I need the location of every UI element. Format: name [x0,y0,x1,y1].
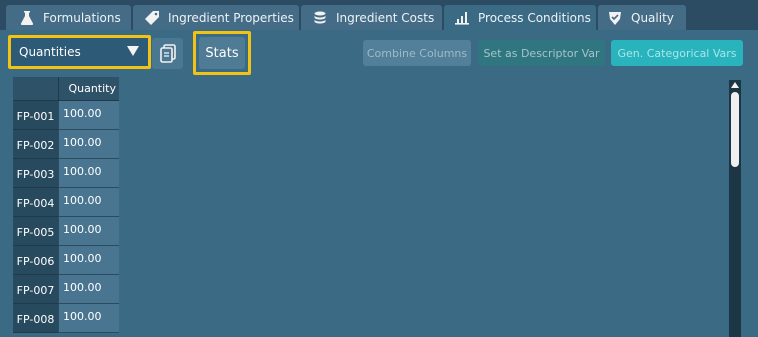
quantity-cell[interactable]: 100.00 [58,130,119,159]
scroll-up-arrow-icon[interactable] [729,80,741,90]
stats-button[interactable]: Stats [199,37,245,69]
gen-categorical-vars-button[interactable]: Gen. Categorical Vars [611,40,743,66]
row-header[interactable]: FP-005 [13,217,58,246]
combine-columns-button[interactable]: Combine Columns [363,40,471,66]
quantity-cell[interactable]: 100.00 [58,159,119,188]
tab-label: Process Conditions [478,10,591,25]
quantity-cell[interactable]: 100.00 [58,246,119,275]
quantity-cell[interactable]: 100.00 [58,101,119,130]
tab-ingredient-costs[interactable]: Ingredient Costs [301,5,442,30]
copy-icon [159,43,176,63]
tab-label: Ingredient Properties [168,10,294,25]
bar-chart-icon [453,9,471,27]
tab-quality[interactable]: Quality [598,5,686,30]
quantity-cell[interactable]: 100.00 [58,275,119,304]
tab-label: Formulations [43,10,121,25]
row-header[interactable]: FP-004 [13,188,58,217]
row-header[interactable]: FP-007 [13,275,58,304]
row-header[interactable]: FP-001 [13,101,58,130]
copy-button[interactable] [152,38,183,69]
row-header[interactable]: FP-008 [13,304,58,333]
chevron-down-icon [127,46,139,56]
quantity-cell[interactable]: 100.00 [58,304,119,333]
scrollbar-thumb[interactable] [731,92,739,167]
tab-formulations[interactable]: Formulations [6,5,131,30]
tab-label: Ingredient Costs [336,10,435,25]
dataset-select[interactable]: Quantities [8,35,151,69]
certificate-icon [606,9,624,27]
grid-corner [13,77,58,101]
set-descriptor-var-button[interactable]: Set as Descriptor Var [478,40,605,66]
tab-bar: Formulations Ingredient Properties Ingre… [0,0,758,30]
quantity-cell[interactable]: 100.00 [58,217,119,246]
dataset-select-value: Quantities [19,45,81,59]
tab-process-conditions[interactable]: Process Conditions [444,5,596,30]
row-header[interactable]: FP-002 [13,130,58,159]
tag-icon [143,9,161,27]
row-header[interactable]: FP-003 [13,159,58,188]
quantity-cell[interactable]: 100.00 [58,188,119,217]
coins-icon [311,9,329,27]
tab-ingredient-properties[interactable]: Ingredient Properties [133,5,299,30]
column-header-quantity[interactable]: Quantity [58,77,119,101]
tab-label: Quality [631,10,674,25]
row-header[interactable]: FP-006 [13,246,58,275]
flask-icon [18,9,36,27]
